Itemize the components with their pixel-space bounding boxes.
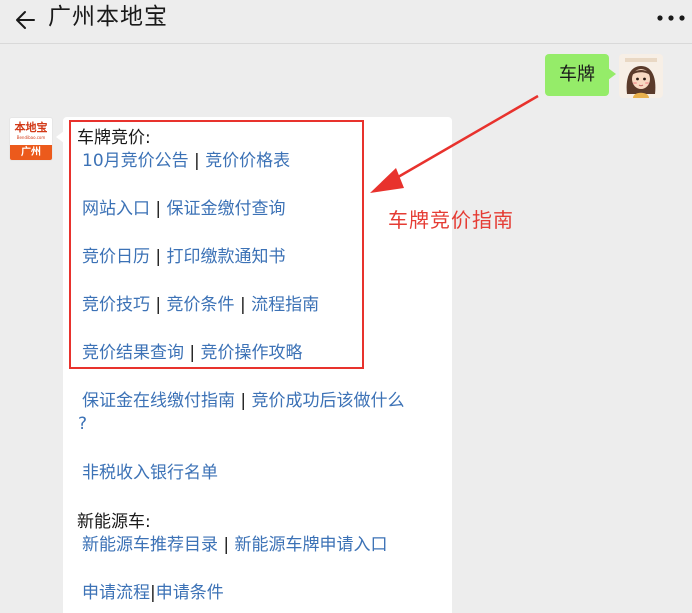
- title-bar: 广州本地宝: [0, 0, 692, 44]
- logo-city: 广州: [10, 145, 52, 160]
- separator: |: [218, 535, 235, 555]
- more-dots-icon[interactable]: [655, 13, 687, 23]
- link-new-energy-catalog[interactable]: 新能源车推荐目录: [82, 535, 218, 555]
- annotation-label: 车牌竞价指南: [388, 208, 514, 232]
- section-heading-new-energy: 新能源车:: [77, 512, 151, 532]
- link-application-process[interactable]: 申请流程: [82, 583, 150, 603]
- logo-subtext: Bendibao.com: [16, 135, 46, 140]
- logo-text: 本地宝: [14, 121, 48, 134]
- girl-avatar-icon: [619, 54, 663, 98]
- user-avatar[interactable]: [619, 54, 663, 98]
- link-new-energy-plate-application[interactable]: 新能源车牌申请入口: [235, 535, 388, 555]
- link-application-conditions[interactable]: 申请条件: [156, 583, 224, 603]
- link-non-tax-bank-list[interactable]: 非税收入银行名单: [82, 463, 218, 483]
- red-arrow-icon: [370, 94, 539, 193]
- logo-top: 本地宝 Bendibao.com: [10, 118, 52, 144]
- menu-row: 申请流程|申请条件: [82, 581, 224, 605]
- outgoing-message-bubble[interactable]: 车牌: [545, 54, 616, 96]
- separator: |: [235, 391, 252, 411]
- account-logo-avatar[interactable]: 本地宝 Bendibao.com 广州: [9, 117, 53, 161]
- menu-row: 非税收入银行名单: [82, 461, 218, 485]
- link-online-deposit-guide[interactable]: 保证金在线缴付指南: [82, 391, 235, 411]
- arrow-left-icon[interactable]: [12, 6, 40, 34]
- menu-row: 保证金在线缴付指南 | 竞价成功后该做什么: [82, 389, 405, 413]
- link-after-winning[interactable]: 竞价成功后该做什么: [252, 391, 405, 411]
- page-title: 广州本地宝: [48, 4, 168, 30]
- menu-row: 新能源车推荐目录 | 新能源车牌申请入口: [82, 533, 388, 557]
- highlight-box: [69, 120, 364, 369]
- link-after-winning-continued[interactable]: ?: [78, 412, 87, 436]
